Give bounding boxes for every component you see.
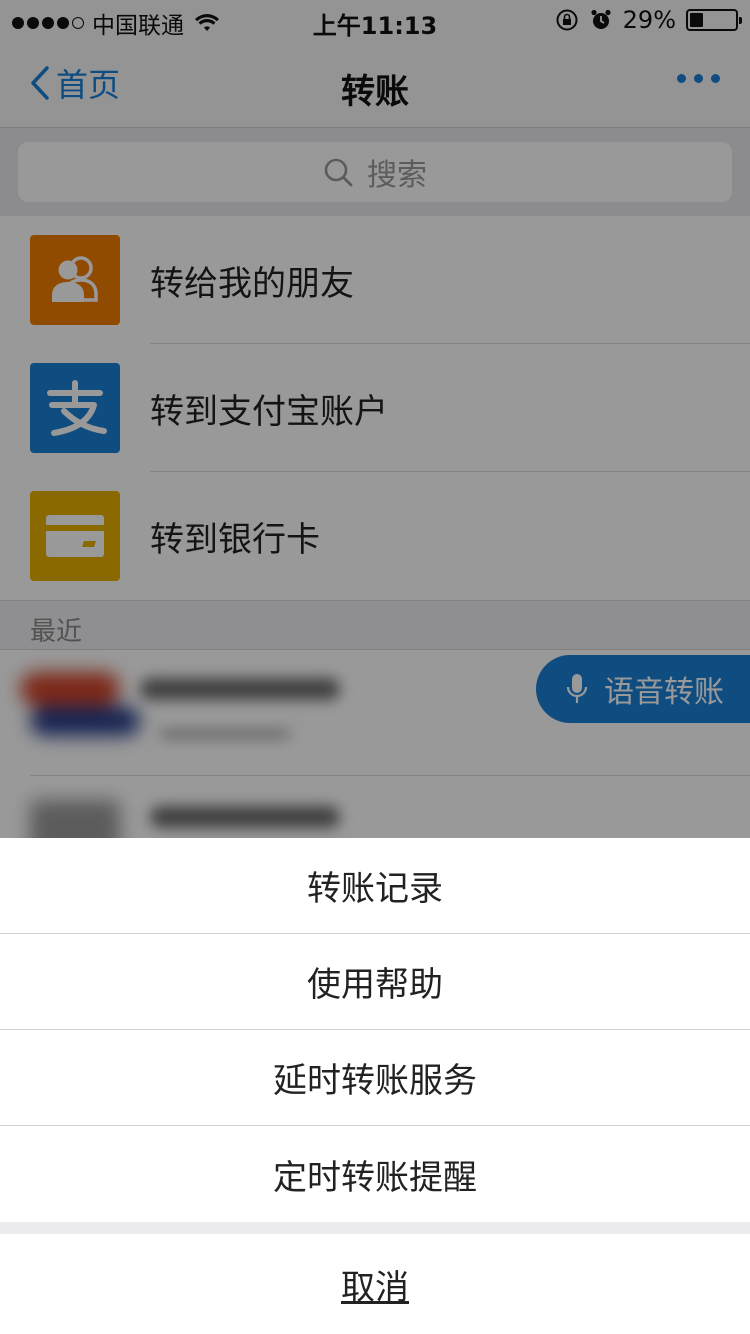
cancel-button[interactable]: 取消 bbox=[0, 1234, 750, 1334]
transfer-records-option[interactable]: 转账记录 bbox=[0, 838, 750, 934]
usage-help-option[interactable]: 使用帮助 bbox=[0, 934, 750, 1030]
modal-backdrop[interactable] bbox=[0, 0, 750, 838]
action-sheet: 转账记录 使用帮助 延时转账服务 定时转账提醒 取消 bbox=[0, 838, 750, 1334]
delayed-transfer-service-option[interactable]: 延时转账服务 bbox=[0, 1030, 750, 1126]
scheduled-transfer-reminder-option[interactable]: 定时转账提醒 bbox=[0, 1126, 750, 1222]
